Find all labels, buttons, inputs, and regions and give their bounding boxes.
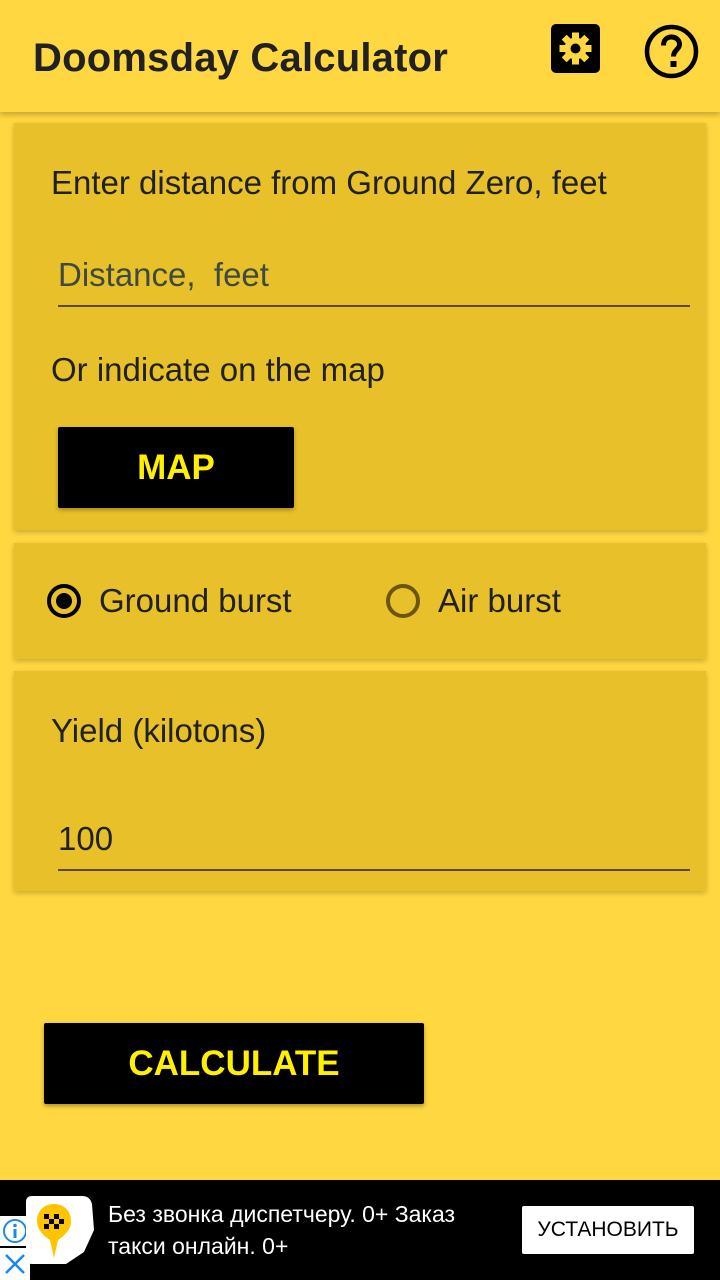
close-icon <box>5 1254 25 1274</box>
distance-card: Enter distance from Ground Zero, feet Or… <box>14 123 706 530</box>
ad-text[interactable]: Без звонка диспетчеру. 0+ Заказ такси он… <box>108 1198 508 1262</box>
yield-input[interactable] <box>58 817 690 871</box>
ad-install-button[interactable]: УСТАНОВИТЬ <box>522 1206 694 1254</box>
settings-button[interactable] <box>551 24 600 73</box>
help-button[interactable] <box>644 24 699 79</box>
yield-label: Yield (kilotons) <box>51 712 267 749</box>
burst-type-card: Ground burst Air burst <box>14 543 706 659</box>
yield-card: Yield (kilotons) <box>14 671 706 891</box>
info-icon <box>3 1219 27 1243</box>
distance-input[interactable] <box>58 253 690 307</box>
gear-icon <box>551 24 600 73</box>
map-button[interactable]: MAP <box>58 427 294 508</box>
map-prompt: Or indicate on the map <box>51 351 385 388</box>
help-circle-icon <box>644 24 699 79</box>
radio-unchecked-icon <box>386 584 420 618</box>
taxi-pin-icon <box>26 1196 94 1264</box>
distance-prompt: Enter distance from Ground Zero, feet <box>51 164 607 201</box>
radio-checked-icon <box>47 584 81 618</box>
ground-burst-radio[interactable]: Ground burst <box>47 543 292 659</box>
air-burst-radio[interactable]: Air burst <box>386 543 561 659</box>
ad-logo[interactable] <box>26 1196 94 1264</box>
air-burst-label: Air burst <box>438 582 561 619</box>
app-bar: Doomsday Calculator <box>0 0 720 112</box>
page-title: Doomsday Calculator <box>33 36 449 80</box>
ad-banner[interactable]: Без звонка диспетчеру. 0+ Заказ такси он… <box>0 1180 720 1280</box>
calculate-button[interactable]: CALCULATE <box>44 1023 424 1104</box>
ground-burst-label: Ground burst <box>99 582 292 619</box>
